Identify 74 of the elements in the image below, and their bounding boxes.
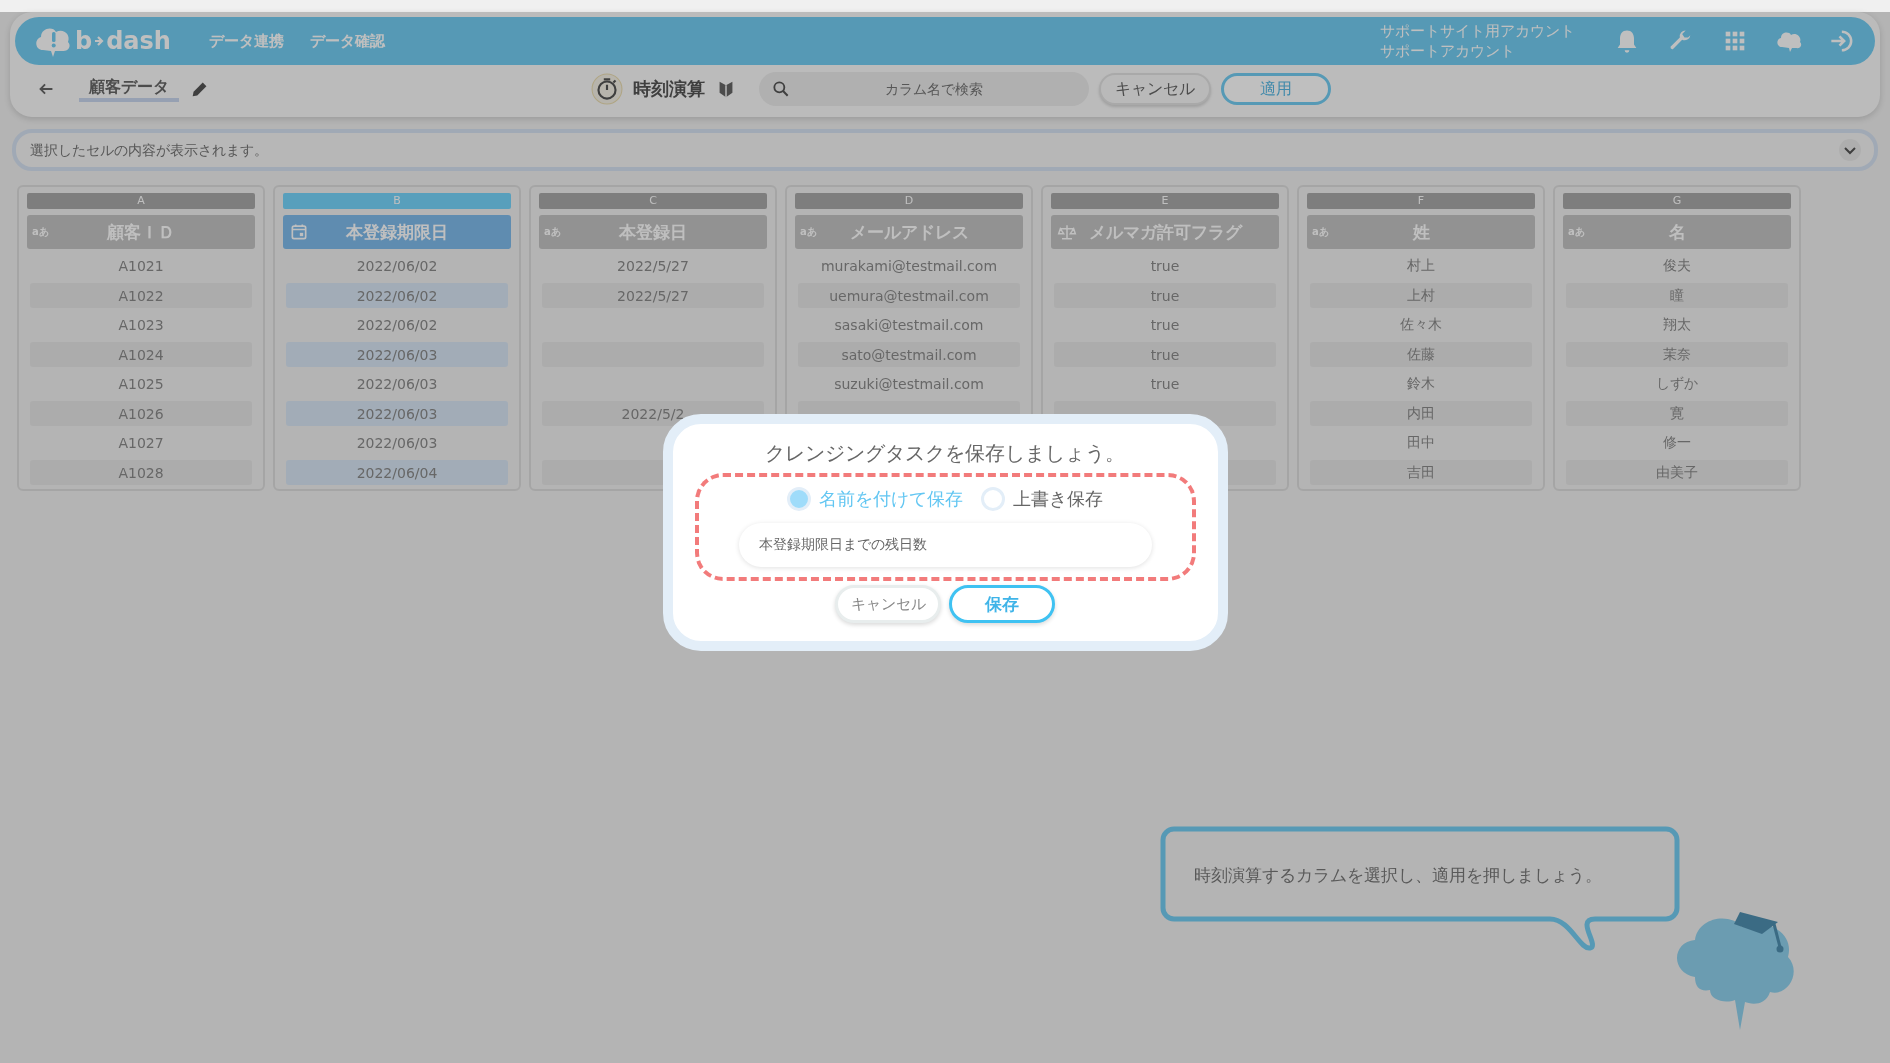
- table-cell[interactable]: 2022/06/03: [286, 430, 508, 456]
- table-cell[interactable]: sasaki@testmail.com: [798, 312, 1020, 338]
- table-cell[interactable]: 2022/06/02: [286, 312, 508, 338]
- radio-label: 上書き保存: [1013, 487, 1103, 511]
- table-cell[interactable]: A1024: [30, 342, 252, 367]
- cell-content-field[interactable]: 選択したセルの内容が表示されます。: [28, 141, 1838, 159]
- column-letter[interactable]: C: [539, 193, 767, 209]
- table-cell[interactable]: true: [1054, 371, 1276, 397]
- table-cell[interactable]: しずか: [1566, 371, 1788, 397]
- account-site: サポートサイト用アカウント: [1380, 21, 1575, 41]
- table-cell[interactable]: A1026: [30, 401, 252, 426]
- task-name-field[interactable]: 本登録期限日までの残日数: [738, 523, 1152, 567]
- column-header[interactable]: 本登録期限日: [283, 215, 511, 249]
- hint-text: 時刻演算するカラムを選択し、適用を押しましょう。: [1194, 864, 1602, 887]
- table-cell[interactable]: suzuki@testmail.com: [798, 371, 1020, 397]
- table-cell[interactable]: uemura@testmail.com: [798, 283, 1020, 308]
- table-cell[interactable]: true: [1054, 283, 1276, 308]
- radio-option[interactable]: 名前を付けて保存: [787, 487, 963, 511]
- table-cell[interactable]: 吉田: [1310, 460, 1532, 485]
- cancel-button[interactable]: キャンセル: [1099, 73, 1211, 105]
- table-cell[interactable]: A1023: [30, 312, 252, 338]
- logo-text: b: [75, 27, 93, 55]
- table-cell[interactable]: 鈴木: [1310, 371, 1532, 397]
- radio-option[interactable]: 上書き保存: [981, 487, 1103, 511]
- cancel-button[interactable]: キャンセル: [835, 585, 941, 623]
- account-name: サポートアカウント: [1380, 41, 1516, 61]
- table-cell[interactable]: A1022: [30, 283, 252, 308]
- table-cell[interactable]: 佐々木: [1310, 312, 1532, 338]
- table-cell[interactable]: 内田: [1310, 401, 1532, 426]
- column-letter[interactable]: D: [795, 193, 1023, 209]
- table-cell[interactable]: true: [1054, 312, 1276, 338]
- search-field[interactable]: カラム名で検索: [791, 80, 1077, 98]
- table-cell[interactable]: 瞳: [1566, 283, 1788, 308]
- nav-link[interactable]: データ確認: [309, 31, 385, 51]
- table-cell[interactable]: 2022/06/04: [286, 460, 508, 485]
- column-letter[interactable]: A: [27, 193, 255, 209]
- table-cell[interactable]: 2022/06/02: [286, 253, 508, 279]
- table-cell[interactable]: 由美子: [1566, 460, 1788, 485]
- table-cell[interactable]: 修一: [1566, 430, 1788, 456]
- table-cell[interactable]: 佐藤: [1310, 342, 1532, 367]
- table-cell[interactable]: murakami@testmail.com: [798, 253, 1020, 279]
- search-field[interactable]: カラム名で検索: [759, 72, 1089, 106]
- table-cell[interactable]: true: [1054, 342, 1276, 367]
- table-cell[interactable]: 俊夫: [1566, 253, 1788, 279]
- table-cell[interactable]: 2022/5/27: [542, 253, 764, 279]
- table-cell[interactable]: 2022/06/03: [286, 371, 508, 397]
- table-cell[interactable]: 2022/06/03: [286, 401, 508, 426]
- table-cell[interactable]: A1021: [30, 253, 252, 279]
- table-cell[interactable]: A1025: [30, 371, 252, 397]
- dataset-name: 顧客データ: [79, 76, 179, 102]
- table-cell[interactable]: 2022/06/03: [286, 342, 508, 367]
- table-cell[interactable]: 田中: [1310, 430, 1532, 456]
- save-button[interactable]: 保存: [949, 585, 1055, 623]
- dialog-title: クレンジングタスクを保存しましょう。: [765, 440, 1125, 467]
- table-cell[interactable]: A1028: [30, 460, 252, 485]
- table-cell[interactable]: 寛: [1566, 401, 1788, 426]
- table-cell[interactable]: 翔太: [1566, 312, 1788, 338]
- table-cell[interactable]: 2022/5/27: [542, 283, 764, 308]
- column-letter[interactable]: B: [283, 193, 511, 209]
- table-cell[interactable]: sato@testmail.com: [798, 342, 1020, 367]
- column-letter[interactable]: G: [1563, 193, 1791, 209]
- radio-label: 名前を付けて保存: [819, 487, 963, 511]
- table-cell[interactable]: 茉奈: [1566, 342, 1788, 367]
- apply-button[interactable]: 適用: [1221, 73, 1331, 105]
- cell-content-field[interactable]: 選択したセルの内容が表示されます。: [12, 129, 1878, 171]
- nav-link[interactable]: データ連携: [208, 31, 284, 51]
- table-cell[interactable]: true: [1054, 253, 1276, 279]
- column-letter[interactable]: F: [1307, 193, 1535, 209]
- column-letter[interactable]: E: [1051, 193, 1279, 209]
- logo-text: dash: [106, 27, 171, 55]
- table-cell[interactable]: 2022/06/02: [286, 283, 508, 308]
- table-cell[interactable]: A1027: [30, 430, 252, 456]
- mode-title: 時刻演算: [633, 77, 705, 101]
- table-cell[interactable]: 村上: [1310, 253, 1532, 279]
